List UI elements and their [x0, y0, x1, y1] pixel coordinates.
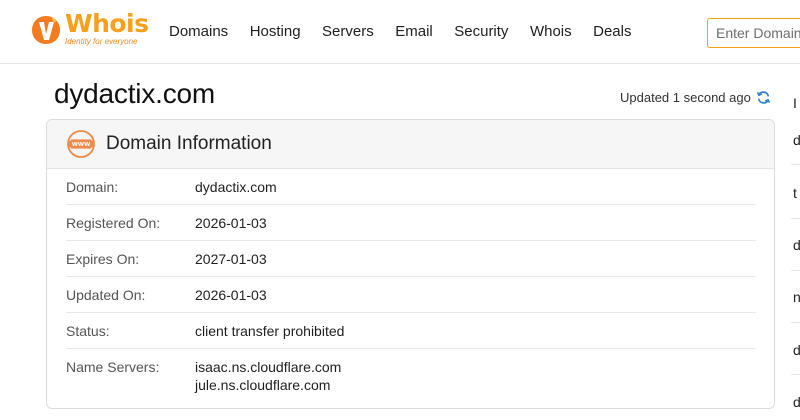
www-globe-icon: WWW [67, 130, 95, 158]
name-server-link[interactable]: isaac.ns.cloudflare.com [195, 357, 341, 377]
row-registered-on: Registered On: 2026-01-03 [66, 205, 756, 241]
card-header: WWW Domain Information [47, 120, 774, 169]
nav-domains[interactable]: Domains [169, 22, 228, 42]
domain-search-input[interactable] [707, 18, 800, 48]
side-panel-partial: I d t d n d d [791, 64, 800, 420]
row-updated-on: Updated On: 2026-01-03 [66, 277, 756, 313]
row-label: Name Servers: [66, 359, 160, 375]
side-text: t [793, 185, 797, 201]
refresh-icon[interactable] [756, 90, 771, 105]
updated-text: Updated 1 second ago [620, 90, 751, 105]
row-label: Status: [66, 323, 110, 339]
side-divider [791, 164, 800, 165]
side-divider [791, 218, 800, 219]
updated-status: Updated 1 second ago [620, 90, 771, 105]
row-value: 2027-01-03 [195, 251, 267, 267]
logo-tagline: Identity for everyone [65, 37, 138, 46]
card-title: Domain Information [106, 133, 272, 154]
whois-logo-icon [32, 15, 60, 44]
row-value: 2026-01-03 [195, 287, 267, 303]
side-text: d [793, 342, 800, 358]
row-name-servers: Name Servers: isaac.ns.cloudflare.com ju… [66, 349, 756, 395]
row-expires-on: Expires On: 2027-01-03 [66, 241, 756, 277]
side-text: I [793, 95, 797, 111]
row-value: dydactix.com [195, 179, 277, 195]
row-status: Status: client transfer prohibited [66, 313, 756, 349]
row-value: 2026-01-03 [195, 215, 267, 231]
nav-email[interactable]: Email [395, 22, 433, 42]
page-title: dydactix.com [54, 78, 215, 109]
side-divider [791, 322, 800, 323]
name-server-list: isaac.ns.cloudflare.com jule.ns.cloudfla… [195, 359, 341, 395]
side-text: d [793, 394, 800, 410]
row-domain: Domain: dydactix.com [66, 169, 756, 205]
main-nav: Domains Hosting Servers Email Security W… [169, 22, 653, 42]
nav-security[interactable]: Security [454, 22, 508, 42]
nav-deals[interactable]: Deals [593, 22, 631, 42]
side-text: d [793, 132, 800, 148]
row-value: client transfer prohibited [195, 323, 345, 339]
nav-whois[interactable]: Whois [530, 22, 572, 42]
whois-logo[interactable]: Whois Identity for everyone [30, 9, 149, 47]
side-divider [791, 374, 800, 375]
nav-servers[interactable]: Servers [322, 22, 374, 42]
row-label: Updated On: [66, 287, 146, 303]
row-label: Domain: [66, 179, 119, 195]
side-divider [791, 270, 800, 271]
logo-wordmark: Whois [65, 9, 149, 38]
row-label: Expires On: [66, 251, 140, 267]
domain-information-card: WWW Domain Information Domain: dydactix.… [46, 119, 775, 409]
name-server-link[interactable]: jule.ns.cloudflare.com [195, 375, 341, 395]
site-header: Whois Identity for everyone Domains Host… [0, 0, 800, 64]
nav-hosting[interactable]: Hosting [250, 22, 301, 42]
row-label: Registered On: [66, 215, 161, 231]
domain-info-table: Domain: dydactix.com Registered On: 2026… [47, 169, 774, 395]
side-text: d [793, 237, 800, 253]
svg-text:WWW: WWW [72, 142, 91, 148]
side-text: n [793, 289, 800, 305]
